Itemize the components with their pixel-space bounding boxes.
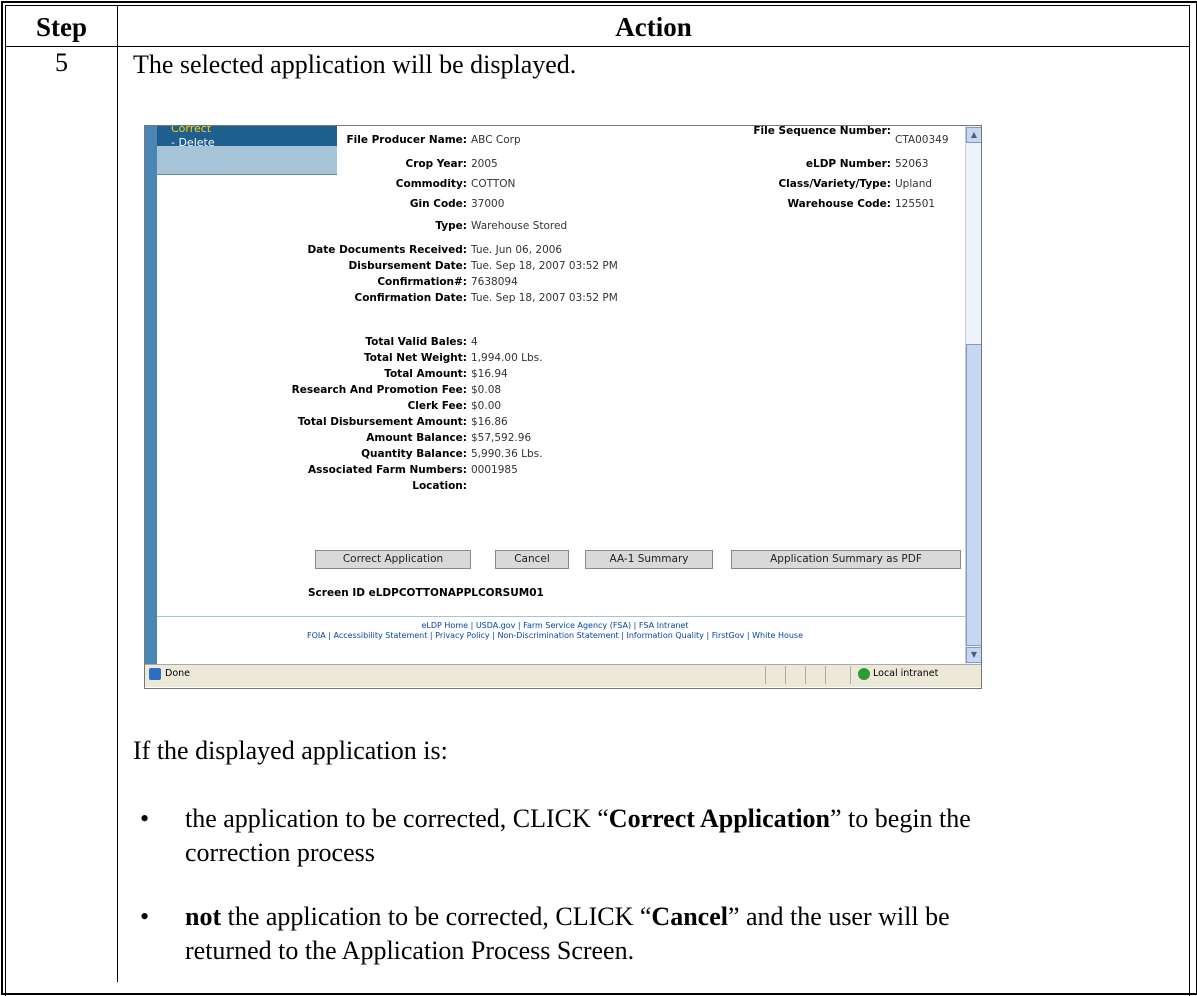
scroll-up-arrow-icon[interactable]: ▲ xyxy=(966,127,981,143)
field-label: Type: xyxy=(435,220,467,232)
field-value: 4 xyxy=(471,336,478,348)
bullet-text-part: the application to be corrected, CLICK “ xyxy=(185,804,609,833)
field-label: Crop Year: xyxy=(405,158,468,170)
page-done-icon xyxy=(149,668,161,680)
column-divider xyxy=(117,6,118,982)
field-value: 2005 xyxy=(471,158,498,170)
field-label: File Producer Name: xyxy=(346,134,467,146)
status-divider xyxy=(850,666,851,684)
security-zone: Local intranet xyxy=(873,668,939,679)
field-value: Upland xyxy=(895,178,933,190)
page-left-edge xyxy=(145,126,157,664)
application-summary-pdf-button[interactable]: Application Summary as PDF xyxy=(731,550,961,569)
bullet-icon: • xyxy=(140,902,150,931)
field-label: Commodity: xyxy=(395,178,467,190)
intranet-globe-icon xyxy=(858,668,870,680)
browser-status-bar xyxy=(145,664,981,687)
field-label: Research And Promotion Fee: xyxy=(291,384,467,396)
field-value: Tue. Jun 06, 2006 xyxy=(471,244,563,256)
field-label: Quantity Balance: xyxy=(361,448,467,460)
field-value: Tue. Sep 18, 2007 03:52 PM xyxy=(471,260,618,272)
bullet-text-part: correction process xyxy=(185,838,375,867)
menu-correct-link[interactable]: Correct xyxy=(171,126,211,135)
displayed-question: If the displayed application is: xyxy=(133,736,448,765)
status-divider xyxy=(805,666,806,684)
bullet-text-part: the application to be corrected, CLICK “ xyxy=(221,902,652,931)
field-label: Warehouse Code: xyxy=(787,198,891,210)
field-value: 125501 xyxy=(895,198,936,210)
bullet-icon: • xyxy=(140,804,150,833)
aa1-summary-button[interactable]: AA-1 Summary xyxy=(585,550,713,569)
footer-links-secondary[interactable]: FOIA | Accessibility Statement | Privacy… xyxy=(145,631,965,640)
status-text: Done xyxy=(165,668,190,679)
field-value: 1,994.00 Lbs. xyxy=(471,352,543,364)
field-value: 5,990.36 Lbs. xyxy=(471,448,543,460)
field-label: Associated Farm Numbers: xyxy=(308,464,467,476)
bullet-text-part: ” to begin the xyxy=(830,804,971,833)
footer-links-primary[interactable]: eLDP Home | USDA.gov | Farm Service Agen… xyxy=(145,621,965,630)
bold-cancel: Cancel xyxy=(651,902,728,931)
field-label: File Sequence Number: xyxy=(753,125,891,137)
field-value: COTTON xyxy=(471,178,516,190)
field-label: Confirmation#: xyxy=(377,276,467,288)
field-label: Date Documents Received: xyxy=(307,244,467,256)
correct-application-button[interactable]: Correct Application xyxy=(315,550,471,569)
bullet-text-part: returned to the Application Process Scre… xyxy=(185,936,635,965)
field-value: 52063 xyxy=(895,158,929,170)
field-value: Warehouse Stored xyxy=(471,220,568,232)
field-label: Amount Balance: xyxy=(366,432,467,444)
field-label: eLDP Number: xyxy=(805,158,891,170)
screen-id: Screen ID eLDPCOTTONAPPLCORSUM01 xyxy=(308,587,544,599)
field-value: 0001985 xyxy=(471,464,518,476)
header-action: Action xyxy=(615,12,692,42)
menu-delete-link[interactable]: - Delete xyxy=(171,136,215,149)
field-label: Class/Variety/Type: xyxy=(778,178,891,190)
field-value: $16.86 xyxy=(471,416,508,428)
scroll-down-arrow-icon[interactable]: ▼ xyxy=(966,647,981,663)
scroll-thumb[interactable] xyxy=(966,344,981,646)
status-divider xyxy=(825,666,826,684)
field-value: $16.94 xyxy=(471,368,508,380)
bullet-text-part: ” and the user will be xyxy=(727,902,950,931)
bold-correct-application: Correct Application xyxy=(608,804,831,833)
step-number: 5 xyxy=(55,48,68,77)
field-label: Disbursement Date: xyxy=(348,260,467,272)
status-divider xyxy=(765,666,766,684)
bold-not: not xyxy=(185,902,222,931)
field-value: $0.08 xyxy=(471,384,502,396)
status-divider xyxy=(785,666,786,684)
header-step: Step xyxy=(35,12,87,42)
field-label: Total Net Weight: xyxy=(363,352,467,364)
field-value: $57,592.96 xyxy=(471,432,532,444)
field-value: ABC Corp xyxy=(471,134,521,146)
field-label: Confirmation Date: xyxy=(354,292,468,304)
field-label: Total Amount: xyxy=(384,368,467,380)
bullet-not-corrected: not the application to be corrected, CLI… xyxy=(185,900,1165,968)
field-value: $0.00 xyxy=(471,400,502,412)
field-label: Location: xyxy=(412,480,467,492)
application-screenshot: Correct - Delete File Producer Name: ABC… xyxy=(144,125,982,689)
field-label: Clerk Fee: xyxy=(407,400,467,412)
field-label: Total Valid Bales: xyxy=(365,336,467,348)
bullet-correct: the application to be corrected, CLICK “… xyxy=(185,802,1165,870)
field-value: Tue. Sep 18, 2007 03:52 PM xyxy=(471,292,618,304)
cancel-button[interactable]: Cancel xyxy=(495,550,569,569)
field-label: Gin Code: xyxy=(409,198,467,210)
field-value: CTA00349 xyxy=(895,134,949,146)
field-label: Total Disbursement Amount: xyxy=(297,416,467,428)
action-intro: The selected application will be display… xyxy=(133,50,577,79)
field-value: 7638094 xyxy=(471,276,518,288)
field-value: 37000 xyxy=(471,198,505,210)
instruction-table: Step Action 5 The selected application w… xyxy=(0,0,1197,996)
